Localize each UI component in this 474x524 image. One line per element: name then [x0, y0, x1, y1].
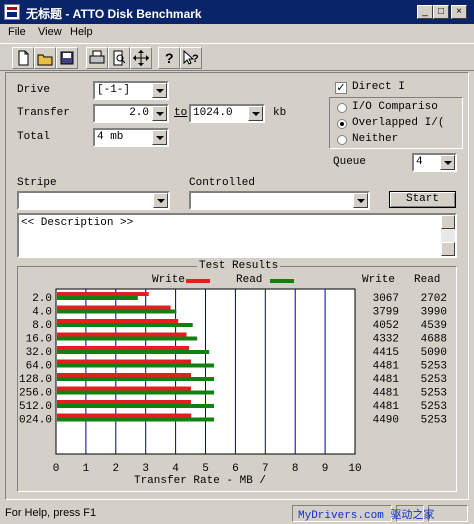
write-value: 4481	[373, 374, 400, 386]
read-bar	[57, 296, 138, 300]
write-bar	[57, 305, 171, 310]
x-tick-label: 10	[348, 463, 361, 475]
write-bar	[57, 346, 190, 350]
transfer-rate-chart: 0 1 2 3 4 5 6 7 8 9 10 2.0 3067 2702 4.0 3799 3990 8.0 405…	[19, 288, 447, 487]
write-value: 4415	[373, 347, 399, 359]
y-category-label: 8.0	[32, 320, 52, 332]
status-bar: For Help, press F1 MyDrivers.com 驱动之家	[0, 502, 474, 524]
write-value: 4481	[373, 401, 400, 413]
read-bar	[57, 404, 215, 408]
write-value: 4481	[373, 361, 400, 373]
read-value: 3990	[421, 307, 447, 319]
y-category-label: 64.0	[26, 361, 52, 373]
x-tick-label: 5	[202, 463, 209, 475]
x-axis-label: Transfer Rate - MB /	[134, 475, 266, 487]
write-bar	[57, 413, 192, 418]
read-value: 4688	[421, 334, 447, 346]
y-category-label: 16.0	[26, 334, 52, 346]
y-category-label: 32.0	[26, 347, 52, 359]
watermark-text: MyDrivers.com 驱动之家	[298, 510, 435, 522]
read-bar	[57, 323, 193, 327]
y-category-label: 256.0	[19, 388, 52, 400]
read-bar	[57, 350, 210, 354]
write-bar	[57, 292, 149, 296]
x-tick-label: 8	[292, 463, 299, 475]
write-value: 4481	[373, 388, 400, 400]
write-bar	[57, 400, 191, 404]
y-category-label: 2.0	[32, 293, 52, 305]
write-bar	[57, 332, 187, 337]
write-bar	[57, 373, 191, 377]
read-value: 5253	[421, 374, 447, 386]
x-tick-label: 3	[142, 463, 149, 475]
read-value: 4539	[421, 320, 447, 332]
x-tick-label: 9	[322, 463, 329, 475]
read-value: 5253	[421, 401, 447, 413]
x-tick-label: 0	[53, 463, 60, 475]
x-tick-label: 4	[172, 463, 179, 475]
y-category-label: 512.0	[19, 401, 52, 413]
read-value: 5253	[421, 415, 447, 427]
y-category-label: 024.0	[19, 415, 52, 427]
read-bar	[57, 377, 215, 381]
read-bar	[57, 363, 215, 368]
x-tick-label: 7	[262, 463, 269, 475]
status-help-text: For Help, press F1	[5, 507, 97, 519]
read-bar	[57, 309, 177, 314]
write-value: 4490	[373, 415, 399, 427]
read-value: 5090	[421, 347, 447, 359]
write-value: 4052	[373, 320, 399, 332]
read-value: 2702	[421, 293, 447, 305]
read-bar	[57, 336, 198, 341]
y-category-label: 128.0	[19, 374, 52, 386]
read-value: 5253	[421, 361, 447, 373]
read-value: 5253	[421, 388, 447, 400]
write-value: 3799	[373, 307, 399, 319]
read-bar	[57, 390, 215, 395]
x-tick-label: 1	[83, 463, 90, 475]
y-category-label: 4.0	[32, 307, 52, 319]
write-bar	[57, 386, 191, 391]
write-value: 3067	[373, 293, 399, 305]
write-value: 4332	[373, 334, 399, 346]
x-tick-label: 6	[232, 463, 239, 475]
read-bar	[57, 417, 215, 422]
write-bar	[57, 319, 179, 323]
write-bar	[57, 359, 191, 364]
x-tick-label: 2	[112, 463, 119, 475]
